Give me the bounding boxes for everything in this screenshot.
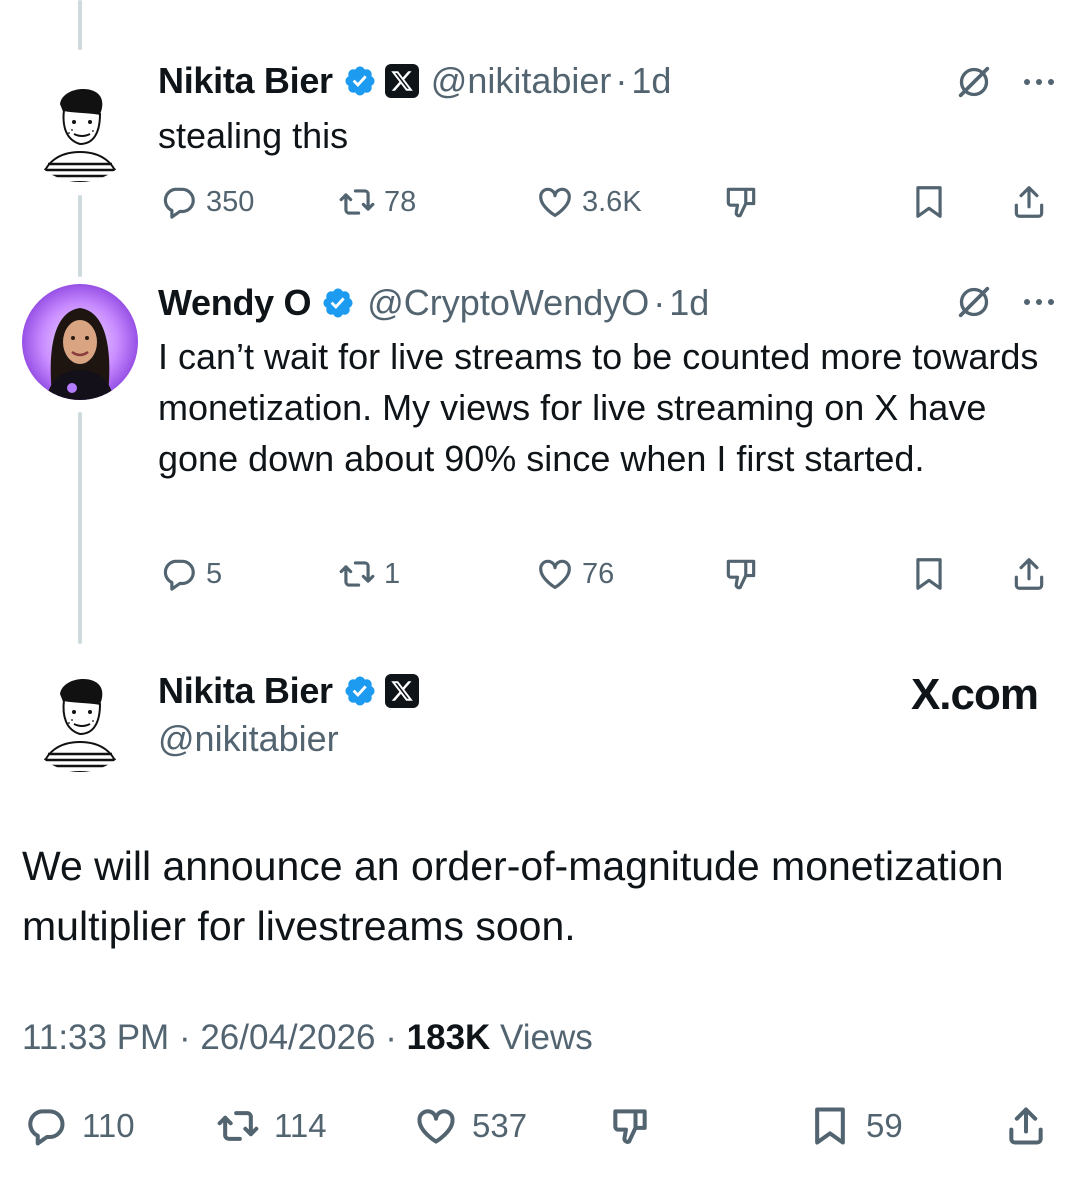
tweet-header: Wendy O @CryptoWendyO · 1d <box>158 282 709 324</box>
timestamp[interactable]: 1d <box>669 282 709 324</box>
reply-button[interactable]: 350 <box>160 180 254 224</box>
author-handle[interactable]: @CryptoWendyO <box>367 282 649 324</box>
repost-count: 78 <box>384 185 417 218</box>
repost-button[interactable]: 1 <box>338 552 400 596</box>
more-icon[interactable] <box>1024 79 1054 85</box>
share-icon <box>1014 558 1044 590</box>
reply-count: 350 <box>206 185 255 218</box>
reply-button[interactable]: 110 <box>24 1104 135 1148</box>
grok-icon[interactable] <box>954 62 994 102</box>
main-tweet-actions: 110 114 537 59 <box>22 1104 1054 1148</box>
avatar[interactable] <box>22 284 138 400</box>
x-affiliate-icon <box>384 64 419 98</box>
like-button[interactable]: 537 <box>414 1104 527 1148</box>
reply-button[interactable]: 5 <box>160 552 222 596</box>
author-name[interactable]: Nikita Bier <box>158 60 333 102</box>
tweet-meta: 11:33 PM · 26/04/2026 · 183K Views <box>22 1018 593 1058</box>
separator: · <box>385 1018 397 1057</box>
reply-count: 110 <box>82 1107 135 1144</box>
bookmark-button[interactable] <box>910 180 948 224</box>
tweet-actions: 5 1 76 <box>158 552 1054 596</box>
thread-line-1 <box>78 195 82 277</box>
tweet-header: Nikita Bier <box>158 670 419 712</box>
like-icon <box>417 1109 455 1144</box>
post-time[interactable]: 11:33 PM <box>22 1018 169 1057</box>
separator: · <box>653 282 666 323</box>
verified-badge-icon <box>323 288 353 318</box>
repost-icon <box>339 561 375 587</box>
dislike-button[interactable] <box>722 180 760 224</box>
views-count: 183K <box>406 1018 491 1057</box>
avatar[interactable] <box>22 66 138 182</box>
verified-badge-icon <box>345 66 375 96</box>
repost-count: 1 <box>384 557 401 590</box>
author-name[interactable]: Nikita Bier <box>158 670 333 712</box>
reply-icon <box>163 559 195 591</box>
repost-icon <box>217 1111 259 1141</box>
main-tweet-text: We will announce an order-of-magnitude m… <box>22 843 1004 949</box>
share-icon <box>1014 186 1044 218</box>
thread-line-2 <box>78 412 82 644</box>
dislike-button[interactable] <box>722 552 760 596</box>
tweet-actions: 350 78 3.6K <box>158 180 1054 224</box>
separator: · <box>615 60 628 101</box>
tweet-header: Nikita Bier @nikitabier · 1d <box>158 60 671 102</box>
like-count: 537 <box>472 1107 528 1144</box>
share-button[interactable] <box>1010 180 1048 224</box>
like-icon <box>539 187 571 218</box>
tweet-top-icons <box>954 282 1054 322</box>
bookmark-count: 59 <box>866 1107 903 1144</box>
avatar[interactable] <box>22 656 138 772</box>
repost-button[interactable]: 78 <box>338 180 416 224</box>
tweet-top-icons <box>954 62 1054 102</box>
dislike-icon <box>726 187 756 218</box>
author-handle[interactable]: @nikitabier <box>158 718 339 760</box>
repost-count: 114 <box>274 1107 327 1144</box>
reply-icon <box>28 1109 65 1146</box>
share-icon <box>1009 1107 1043 1145</box>
share-button[interactable] <box>1004 1104 1048 1148</box>
bookmark-icon <box>916 558 942 590</box>
bookmark-button[interactable]: 59 <box>808 1104 903 1148</box>
verified-badge-icon <box>345 676 375 706</box>
post-date[interactable]: 26/04/2026 <box>200 1018 375 1057</box>
views-label: Views <box>500 1018 593 1057</box>
timestamp[interactable]: 1d <box>631 60 671 102</box>
like-button[interactable]: 76 <box>536 552 614 596</box>
handle-row: @nikitabier <box>158 718 339 760</box>
repost-button[interactable]: 114 <box>216 1104 327 1148</box>
tweet-text: I can’t wait for live streams to be coun… <box>158 336 1039 479</box>
more-icon[interactable] <box>1024 299 1054 305</box>
share-button[interactable] <box>1010 552 1048 596</box>
x-affiliate-icon <box>384 674 419 708</box>
dislike-button[interactable] <box>608 1104 652 1148</box>
reply-icon <box>163 187 195 219</box>
reply-count: 5 <box>206 557 223 590</box>
repost-icon <box>339 189 375 215</box>
bookmark-button[interactable] <box>910 552 948 596</box>
like-button[interactable]: 3.6K <box>536 180 642 224</box>
dislike-icon <box>726 559 756 590</box>
like-icon <box>539 559 571 590</box>
brand-watermark: X.com <box>910 670 1039 719</box>
bookmark-icon <box>916 186 942 218</box>
thread-line-top <box>78 0 82 50</box>
bookmark-icon <box>815 1107 845 1145</box>
separator: · <box>178 1018 191 1057</box>
like-count: 3.6K <box>582 185 642 218</box>
tweet-text: stealing this <box>158 115 349 156</box>
author-name[interactable]: Wendy O <box>158 282 312 324</box>
dislike-icon <box>613 1109 647 1144</box>
like-count: 76 <box>582 557 615 590</box>
grok-icon[interactable] <box>954 282 994 322</box>
author-handle[interactable]: @nikitabier <box>431 60 612 102</box>
